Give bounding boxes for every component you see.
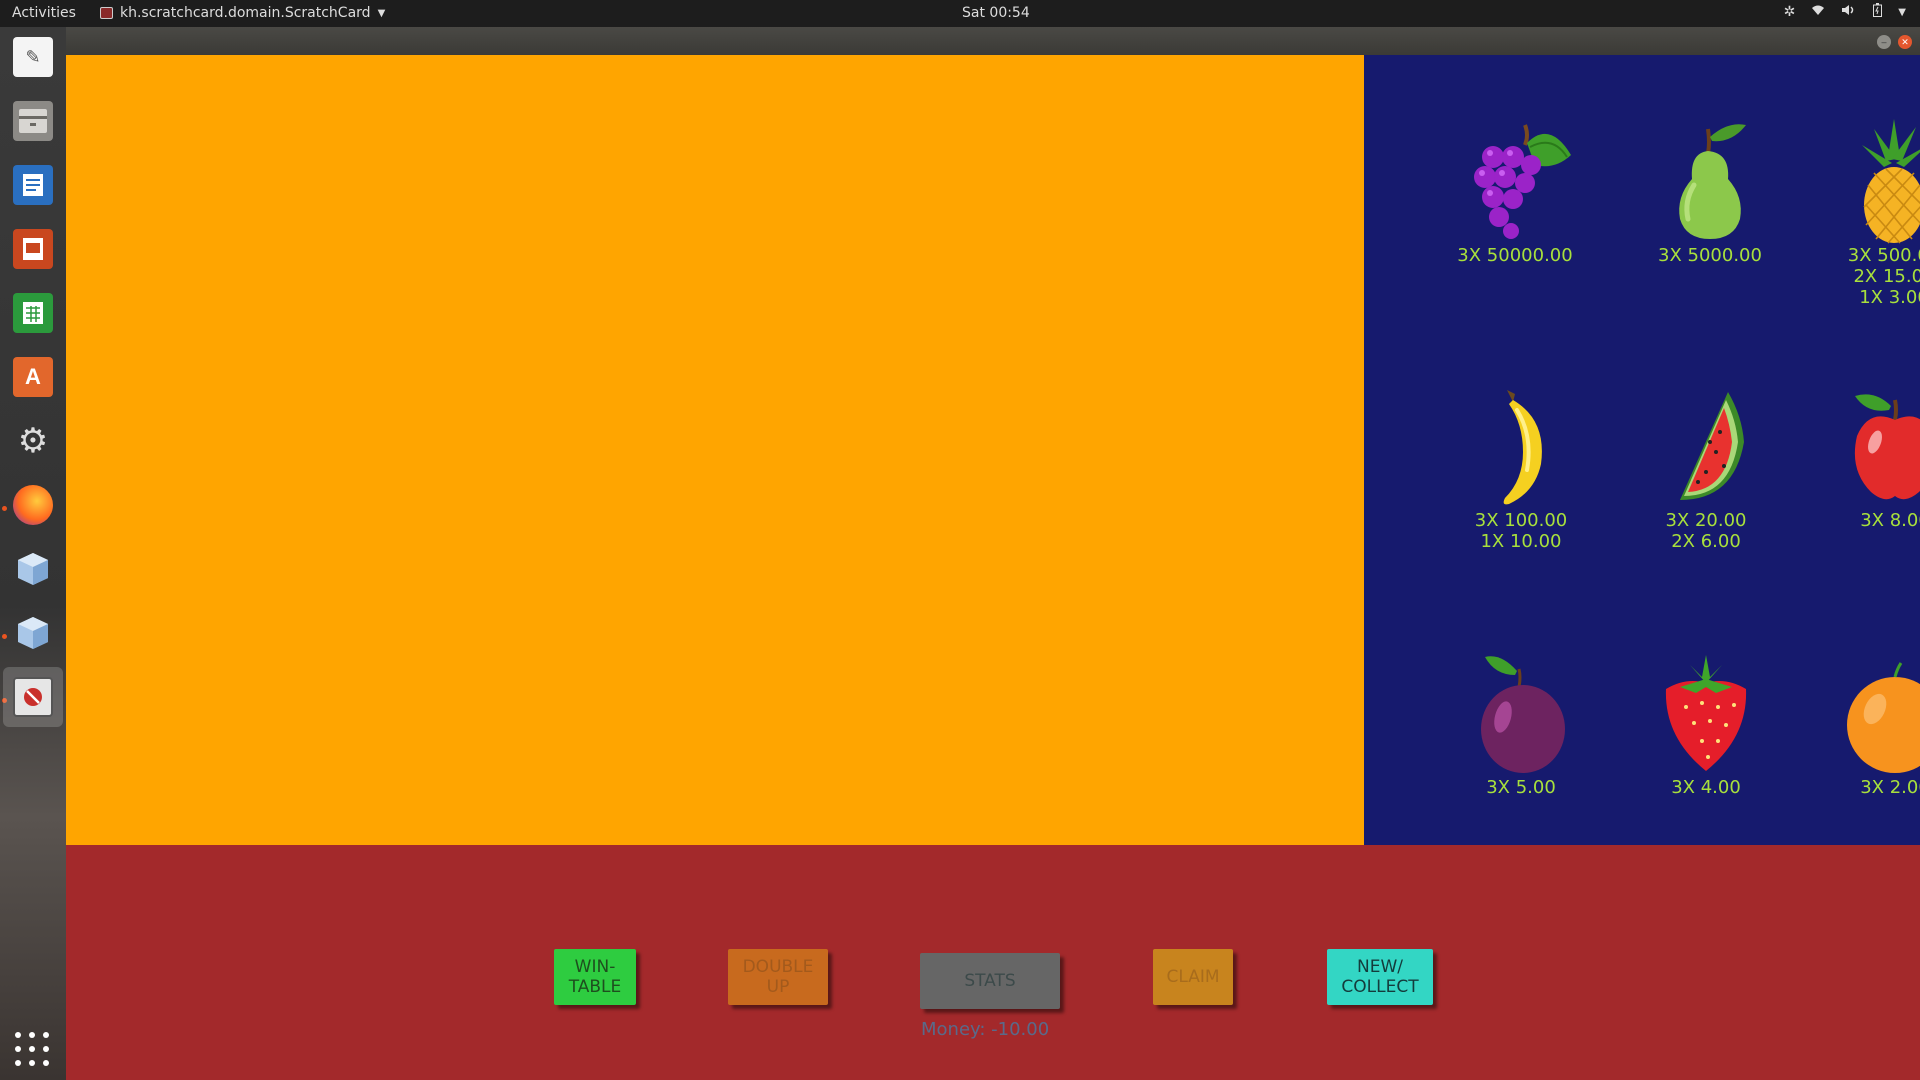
plum-icon <box>1481 656 1565 773</box>
prize-line: 3X 100.00 <box>1474 510 1568 531</box>
prize-line: 3X 5.00 <box>1486 777 1556 798</box>
paytable-plum: 3X 5.00 <box>1431 647 1611 798</box>
firefox-icon <box>13 485 53 525</box>
paytable-strawberry: 3X 4.00 <box>1616 647 1796 798</box>
stats-button[interactable]: STATS <box>920 953 1060 1009</box>
running-indicator <box>2 634 7 639</box>
activities-button[interactable]: Activities <box>12 5 76 21</box>
paytable-watermelon: 3X 20.00 2X 6.00 <box>1616 380 1796 552</box>
prize-line: 3X 500.00 <box>1847 245 1920 266</box>
prize-line: 3X 2.00 <box>1860 777 1920 798</box>
prize-line: 3X 8.00 <box>1860 510 1920 531</box>
files-icon <box>13 101 53 141</box>
battery-icon[interactable] <box>1873 3 1883 21</box>
paytable-pear: 3X 5000.00 <box>1620 115 1800 266</box>
double-up-button[interactable]: DOUBLE UP <box>728 949 828 1005</box>
prize-line: 3X 50000.00 <box>1457 245 1573 266</box>
prize-line: 3X 5000.00 <box>1658 245 1762 266</box>
cube-icon <box>13 613 53 653</box>
minimize-icon[interactable]: – <box>1877 35 1891 49</box>
dock-settings[interactable]: ⚙ <box>9 417 57 465</box>
system-tray[interactable]: ✲ ▼ <box>1784 3 1906 21</box>
dock-firefox[interactable] <box>9 481 57 529</box>
dock-text-editor[interactable]: ✎ <box>9 33 57 81</box>
claim-button[interactable]: CLAIM <box>1153 949 1233 1005</box>
pear-icon <box>1679 124 1746 239</box>
scratch-area[interactable] <box>66 55 1364 845</box>
app-name: kh.scratchcard.domain.ScratchCard <box>120 5 371 21</box>
dock-software-center[interactable]: A <box>9 353 57 401</box>
paytable: 3X 50000.00 3X 5000.00 3X 500. 2X 15.0 1… <box>1364 55 1920 845</box>
paytable-banana: 3X 100.00 1X 10.00 <box>1431 380 1611 552</box>
new-collect-button[interactable]: NEW/ COLLECT <box>1327 949 1433 1005</box>
cube-icon <box>13 549 53 589</box>
grapes-icon <box>1474 124 1571 239</box>
money-balance: Money: -10.00 <box>921 1019 1050 1040</box>
win-table-button[interactable]: WIN- TABLE <box>554 949 636 1005</box>
scratchcard-app-icon <box>13 677 53 717</box>
close-icon[interactable]: ✕ <box>1898 35 1912 49</box>
banana-icon <box>1503 390 1542 505</box>
orange-icon <box>1847 662 1920 773</box>
clock[interactable]: Sat 00:54 <box>962 5 1030 21</box>
prize-line: 3X 4.00 <box>1671 777 1741 798</box>
top-bar: Activities kh.scratchcard.domain.Scratch… <box>0 0 1920 27</box>
show-applications-icon[interactable] <box>15 1032 51 1068</box>
shopping-bag-icon: A <box>13 357 53 397</box>
watermelon-icon <box>1680 392 1744 500</box>
dock-scratchcard-app[interactable] <box>3 667 63 727</box>
prize-line: 1X 3.00 <box>1859 287 1920 308</box>
dock: ✎ A ⚙ <box>0 27 66 1080</box>
system-menu-caret-icon[interactable]: ▼ <box>1898 7 1906 18</box>
dock-impress[interactable] <box>9 225 57 273</box>
dock-virtualbox-2[interactable] <box>9 609 57 657</box>
paytable-apple: 3X 8.00 <box>1805 380 1920 531</box>
apple-icon <box>1854 394 1920 500</box>
strawberry-icon <box>1665 655 1747 771</box>
dock-calc[interactable] <box>9 289 57 337</box>
prize-line: 3X 20.00 <box>1665 510 1747 531</box>
paytable-orange: 3X 2.00 <box>1805 647 1920 798</box>
impress-icon <box>13 229 53 269</box>
volume-icon[interactable] <box>1841 4 1857 20</box>
app-icon <box>100 7 113 19</box>
dock-files[interactable] <box>9 97 57 145</box>
prize-line: 2X 15.00 <box>1853 266 1920 287</box>
prize-line: 1X 10.00 <box>1480 531 1562 552</box>
paytable-pineapple: 3X 500.00 2X 15.00 1X 3.00 <box>1804 115 1920 308</box>
writer-icon <box>13 165 53 205</box>
accessibility-icon[interactable]: ✲ <box>1784 4 1796 20</box>
window-titlebar: – ✕ <box>66 27 1920 55</box>
dock-virtualbox[interactable] <box>9 545 57 593</box>
app-menu[interactable]: kh.scratchcard.domain.ScratchCard ▼ <box>100 5 385 21</box>
text-editor-icon: ✎ <box>13 37 53 77</box>
prize-line: 2X 6.00 <box>1671 531 1741 552</box>
dock-writer[interactable] <box>9 161 57 209</box>
running-indicator <box>2 506 7 511</box>
calc-icon <box>13 293 53 333</box>
wifi-icon[interactable] <box>1811 4 1825 20</box>
pineapple-icon <box>1862 119 1920 244</box>
paytable-grapes: 3X 50000.00 <box>1425 115 1605 266</box>
chevron-down-icon: ▼ <box>377 7 386 19</box>
settings-icon: ⚙ <box>17 422 49 460</box>
